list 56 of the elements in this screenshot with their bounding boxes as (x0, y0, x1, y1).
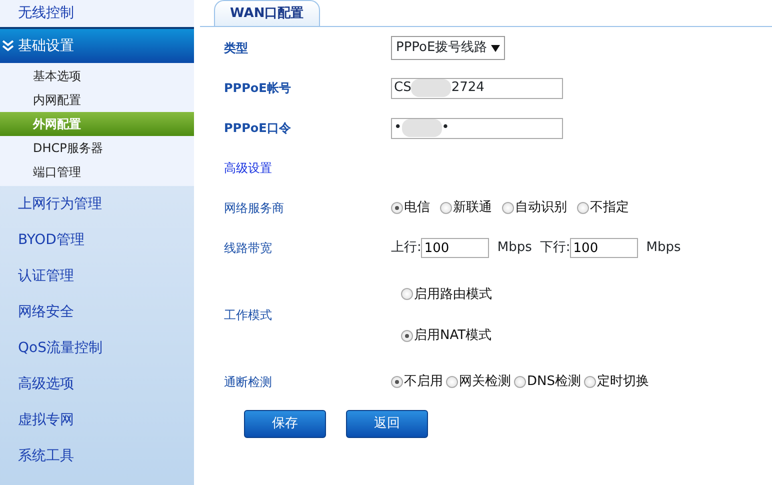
field-label: PPPoE帐号 (223, 80, 292, 97)
sidebar-item[interactable]: 虚拟专网 (0, 402, 194, 438)
sidebar-subitem[interactable]: 内网配置 (0, 88, 194, 112)
field-label: 上行: (391, 239, 422, 258)
sidebar-subitem[interactable]: 基本选项 (0, 64, 194, 88)
radio-button[interactable] (514, 376, 526, 388)
radio-label[interactable]: DNS检测 (527, 372, 581, 392)
radio-button[interactable] (391, 376, 403, 388)
sidebar-item[interactable]: 上网行为管理 (0, 186, 194, 222)
radio-label[interactable]: 电信 (404, 198, 430, 218)
sidebar-item[interactable]: 网络安全 (0, 294, 194, 330)
input-field[interactable]: 100 (421, 238, 490, 258)
sidebar-item[interactable]: BYOD管理 (0, 222, 194, 258)
sidebar-subitem[interactable]: 端口管理 (0, 160, 194, 184)
radio-button[interactable] (401, 330, 413, 342)
radio-button[interactable] (440, 202, 452, 214)
radio-button[interactable] (446, 376, 458, 388)
button[interactable]: 保存 (244, 410, 326, 438)
radio-label[interactable]: 启用路由模式 (414, 284, 492, 304)
radio-label[interactable]: 不启用 (404, 372, 443, 392)
button[interactable]: 返回 (346, 410, 428, 438)
chevron-down-icon (2, 40, 14, 52)
radio-label[interactable]: 新联通 (453, 198, 492, 218)
sidebar-item[interactable]: 系统工具 (0, 438, 194, 474)
sidebar-item[interactable]: 高级选项 (0, 366, 194, 402)
field-label: 线路带宽 (223, 240, 273, 257)
field-label: 工作模式 (223, 307, 273, 324)
radio-label[interactable]: 定时切换 (597, 372, 649, 392)
radio-button[interactable] (577, 202, 589, 214)
dropdown-arrow-icon (491, 44, 500, 52)
radio-label[interactable]: 网关检测 (459, 372, 511, 392)
field-label: 网络服务商 (223, 200, 285, 217)
sidebar-item[interactable]: 认证管理 (0, 258, 194, 294)
field-label: 类型 (223, 40, 249, 57)
radio-button[interactable] (502, 202, 514, 214)
radio-label[interactable]: 自动识别 (515, 198, 567, 218)
field-label: 通断检测 (223, 374, 273, 391)
type-select[interactable]: PPPoE拨号线路 (391, 36, 506, 60)
unit-label: Mbps (497, 239, 532, 258)
radio-button[interactable] (401, 288, 413, 300)
input-field[interactable]: CS 2724 (391, 78, 563, 98)
input-field[interactable]: 100 (570, 238, 638, 258)
sidebar-item[interactable]: 基础设置 (0, 29, 194, 63)
radio-label[interactable]: 不指定 (590, 198, 629, 218)
input-field[interactable]: • • (391, 118, 563, 138)
sidebar-item[interactable]: 无线控制 (0, 0, 194, 29)
sidebar-subitem[interactable]: DHCP服务器 (0, 136, 194, 160)
radio-label[interactable]: 启用NAT模式 (414, 326, 492, 346)
field-label: 高级设置 (223, 160, 273, 177)
field-label: 下行: (540, 239, 570, 258)
unit-label: Mbps (646, 239, 681, 258)
sidebar-item[interactable]: QoS流量控制 (0, 330, 194, 366)
radio-button[interactable] (391, 202, 403, 214)
tab[interactable]: WAN口配置 (214, 0, 320, 26)
field-label: PPPoE口令 (223, 120, 292, 137)
radio-button[interactable] (584, 376, 596, 388)
